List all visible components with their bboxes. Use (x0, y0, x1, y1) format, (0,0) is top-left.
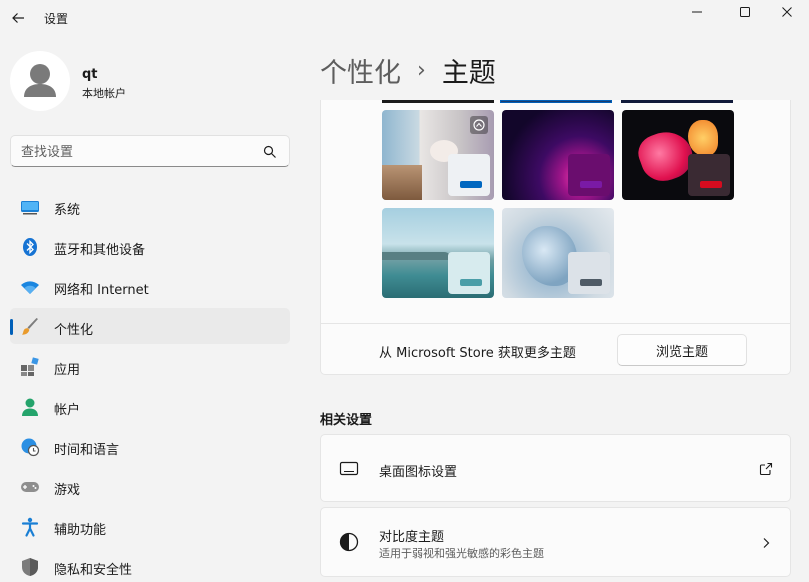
theme-thumbnail-captured-motion[interactable] (622, 110, 734, 200)
account-type: 本地帐户 (82, 87, 126, 100)
external-link-icon (758, 461, 774, 477)
sidebar-item-label: 时间和语言 (54, 443, 120, 458)
minimize-button[interactable] (674, 0, 720, 24)
sidebar-item-label: 蓝牙和其他设备 (54, 243, 146, 258)
sidebar-item-time-language[interactable]: 时间和语言 (10, 428, 290, 464)
sidebar-nav: 系统 蓝牙和其他设备 网络和 Internet 个性化 应用 帐户 时间和语言 … (10, 188, 290, 582)
desktop-icon-settings-label: 桌面图标设置 (379, 465, 458, 480)
sidebar-item-label: 个性化 (54, 323, 94, 338)
minimize-icon (692, 11, 702, 13)
theme-thumbnail-glow[interactable] (382, 110, 494, 200)
account-icon (20, 397, 40, 417)
maximize-button[interactable] (722, 0, 768, 24)
page-title: 主题 (441, 57, 496, 89)
sidebar-item-accessibility[interactable]: 辅助功能 (10, 508, 290, 544)
search-input[interactable] (21, 142, 251, 160)
avatar[interactable] (10, 51, 70, 111)
sidebar-item-personalization[interactable]: 个性化 (10, 308, 290, 344)
app-title: 设置 (44, 12, 69, 26)
sidebar-item-network[interactable]: 网络和 Internet (10, 268, 290, 304)
slideshow-icon (470, 116, 488, 134)
globe-clock-icon (20, 437, 40, 457)
brush-icon (20, 317, 40, 337)
close-icon (782, 7, 792, 17)
section-title: 相关设置 (320, 413, 373, 428)
sidebar-item-label: 游戏 (54, 483, 81, 498)
sidebar-item-label: 隐私和安全性 (54, 563, 133, 578)
desktop-icon (339, 459, 359, 479)
chevron-right-icon (758, 535, 774, 551)
back-arrow-icon (12, 13, 24, 23)
theme-thumbnail-partial[interactable] (500, 100, 612, 103)
theme-thumbnail-flow[interactable] (382, 208, 494, 298)
bluetooth-icon (20, 237, 40, 257)
title-bar: 设置 (0, 0, 809, 36)
breadcrumb-parent[interactable]: 个性化 (320, 51, 401, 90)
sidebar-item-label: 网络和 Internet (54, 283, 149, 298)
browse-themes-button[interactable]: 浏览主题 (617, 334, 747, 366)
maximize-icon (740, 7, 750, 17)
sidebar-item-gaming[interactable]: 游戏 (10, 468, 290, 504)
shield-icon (20, 557, 40, 577)
sidebar-item-apps[interactable]: 应用 (10, 348, 290, 384)
accessibility-icon (20, 517, 40, 537)
system-icon (20, 197, 40, 217)
store-text: 从 Microsoft Store 获取更多主题 (379, 346, 576, 361)
theme-thumbnail-sunrise[interactable] (502, 208, 614, 298)
user-name: qt (82, 67, 98, 82)
sidebar-item-privacy[interactable]: 隐私和安全性 (10, 548, 290, 582)
sidebar-item-bluetooth[interactable]: 蓝牙和其他设备 (10, 228, 290, 264)
sidebar-item-label: 辅助功能 (54, 523, 107, 538)
sidebar-item-system[interactable]: 系统 (10, 188, 290, 224)
sidebar-item-label: 系统 (54, 203, 81, 218)
user-avatar-icon (24, 64, 56, 97)
theme-gallery (320, 100, 791, 324)
gamepad-icon (20, 477, 40, 497)
contrast-themes-card[interactable]: 对比度主题 适用于弱视和强光敏感的彩色主题 (320, 507, 791, 577)
wifi-icon (20, 277, 40, 297)
store-row: 从 Microsoft Store 获取更多主题 浏览主题 (320, 323, 791, 375)
sidebar-item-accounts[interactable]: 帐户 (10, 388, 290, 424)
apps-icon (20, 357, 40, 377)
theme-thumbnail-partial[interactable] (382, 100, 494, 103)
close-button[interactable] (764, 0, 809, 24)
contrast-themes-description: 适用于弱视和强光敏感的彩色主题 (379, 547, 544, 560)
desktop-icon-settings-card[interactable]: 桌面图标设置 (320, 434, 791, 502)
back-button[interactable] (8, 8, 28, 28)
sidebar-item-label: 应用 (54, 363, 81, 378)
contrast-icon (339, 532, 359, 552)
theme-thumbnail-partial[interactable] (621, 100, 733, 103)
search-box[interactable] (10, 135, 290, 167)
contrast-themes-label: 对比度主题 (379, 530, 445, 545)
theme-thumbnail-glow-dark[interactable] (502, 110, 614, 200)
sidebar-item-label: 帐户 (54, 403, 81, 418)
breadcrumb: 个性化 › 主题 (320, 50, 496, 90)
search-icon[interactable] (263, 145, 277, 159)
breadcrumb-separator: › (417, 57, 426, 83)
